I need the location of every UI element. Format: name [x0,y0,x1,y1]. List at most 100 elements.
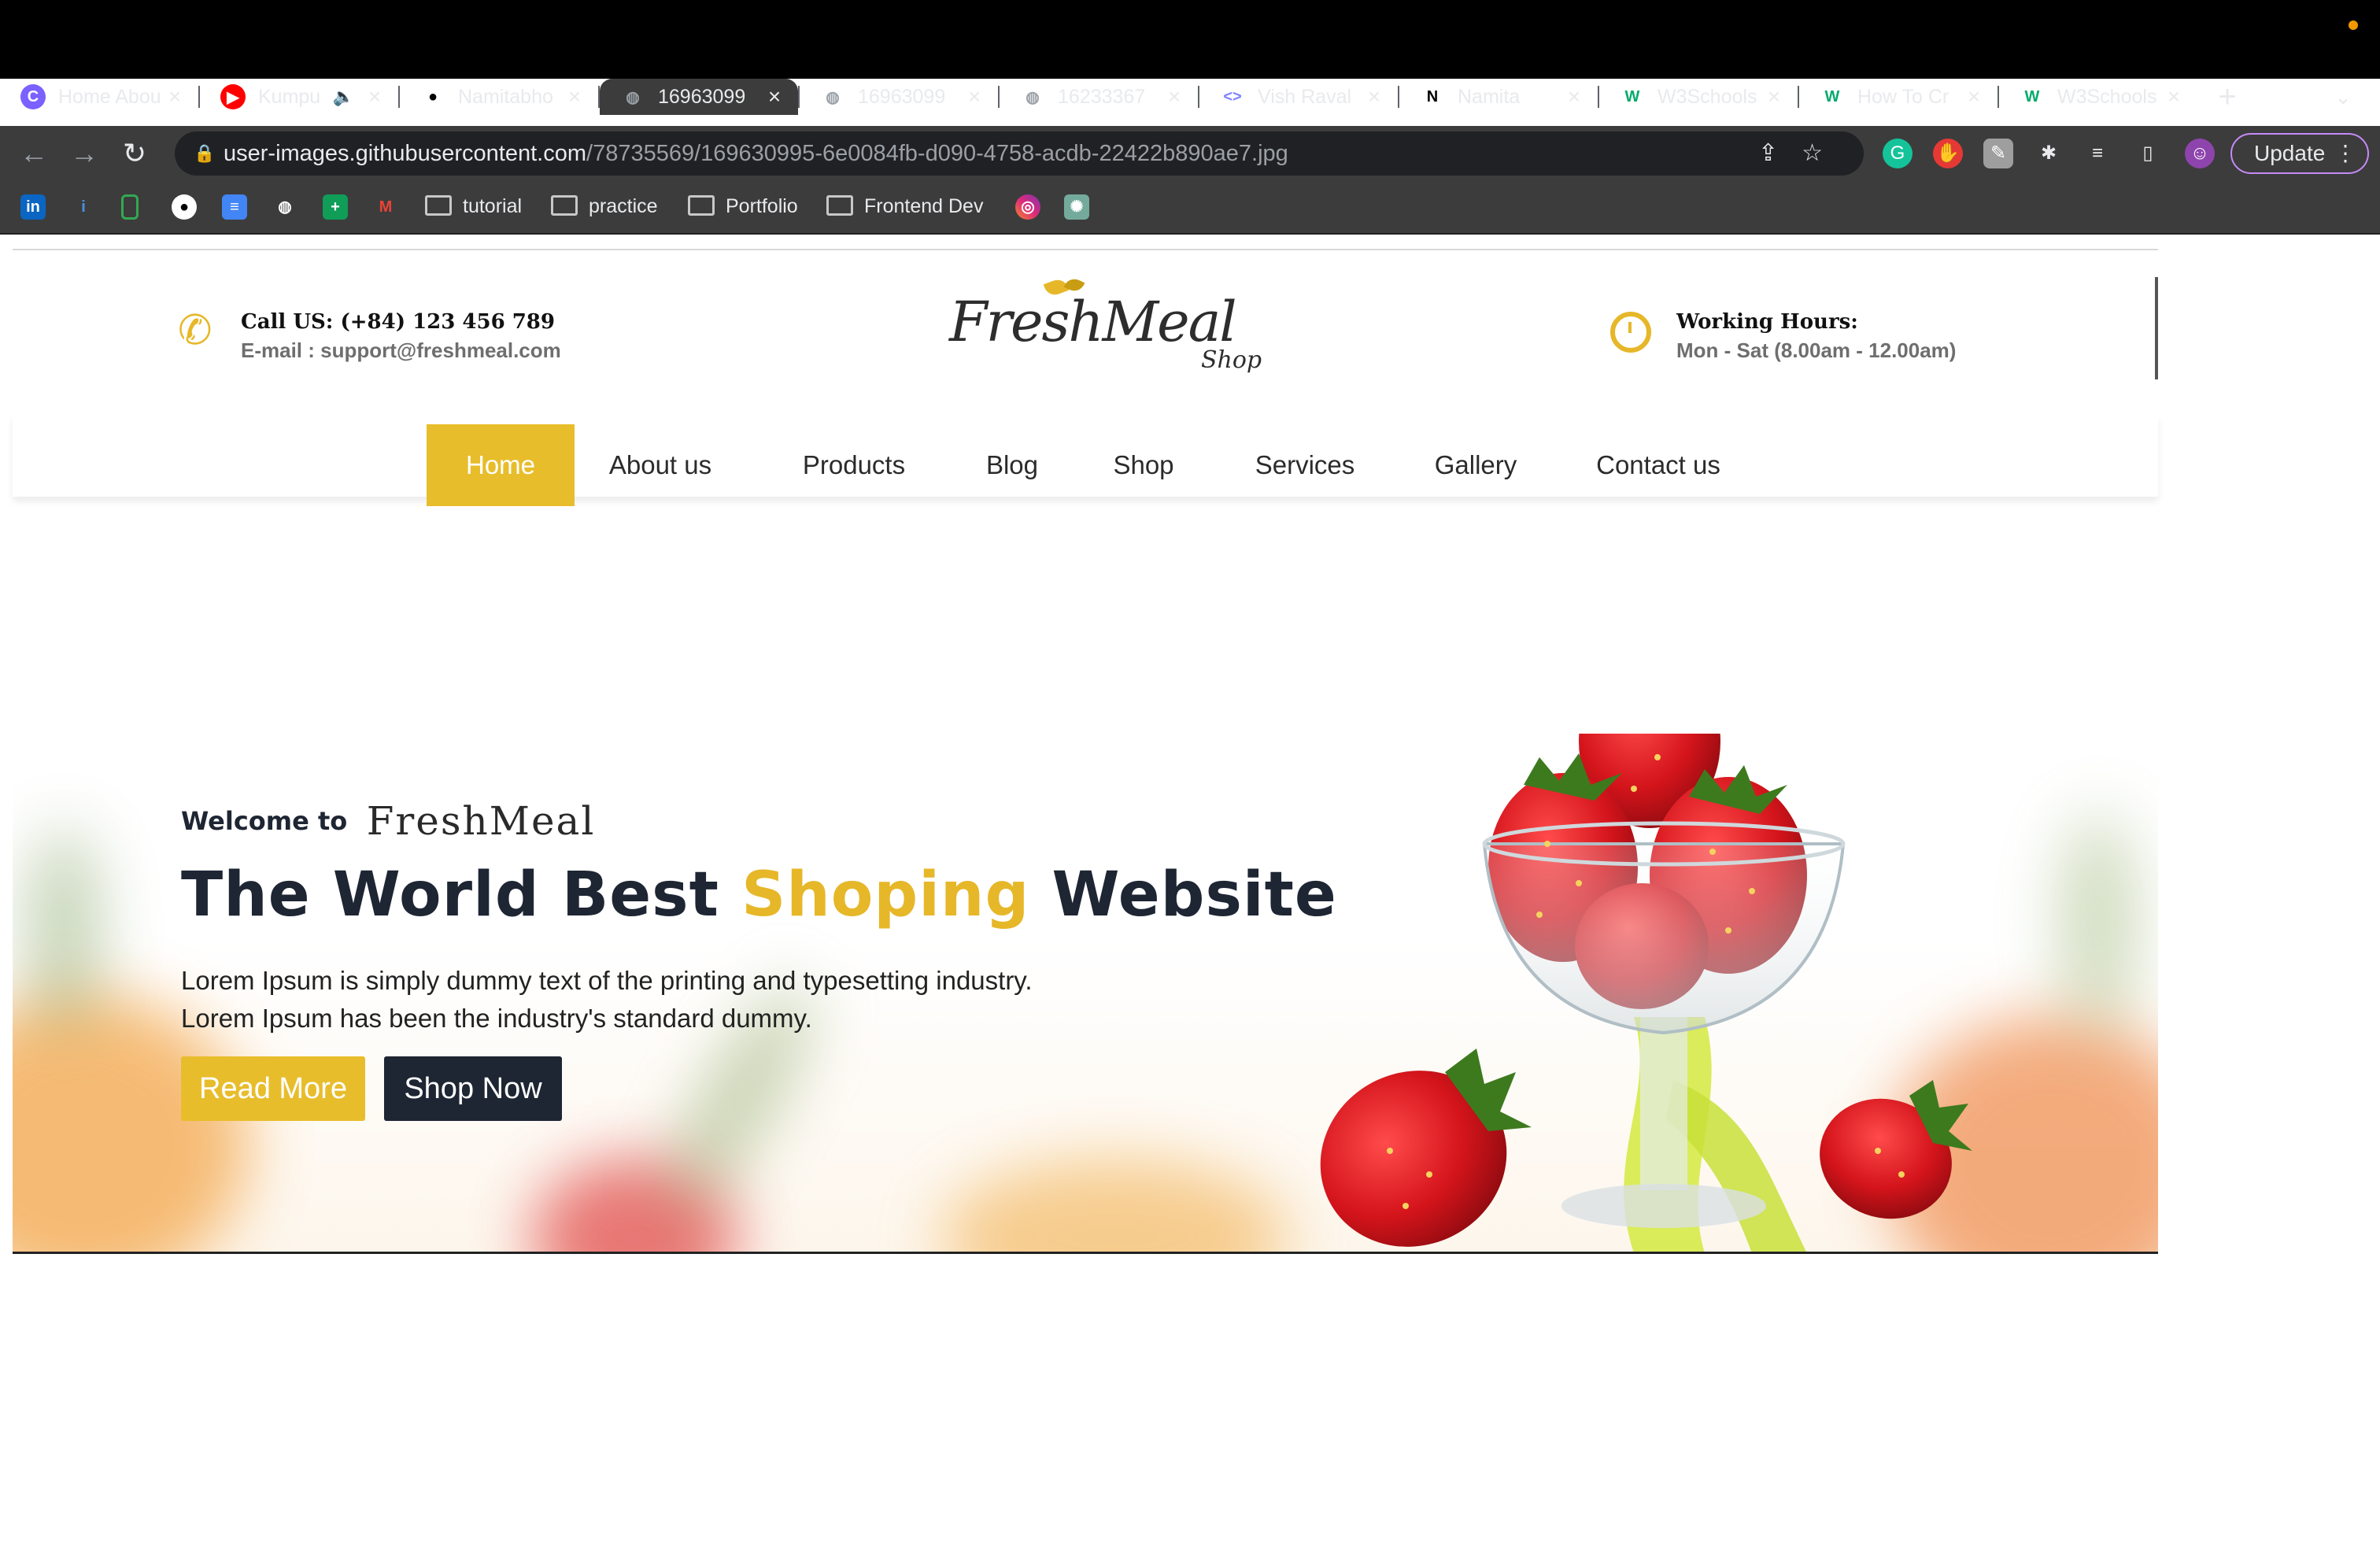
bookmark-folder-practice[interactable]: practice [551,190,658,222]
browser-tab[interactable]: W How To Cr × [1799,79,1998,115]
browser-tab[interactable]: N Namita × [1399,79,1598,115]
tab-title: 16963099 [658,85,746,108]
phone-icon [121,194,139,220]
close-icon[interactable]: × [963,84,985,109]
linkedin-bookmark[interactable]: in [20,190,46,222]
chatgpt-icon: ✺ [1064,194,1089,220]
menu-item-shop[interactable]: Shop [1102,424,1185,506]
info-icon: i [81,198,86,216]
share-icon[interactable]: ⇪ [1758,140,1802,166]
close-icon[interactable]: × [1963,84,1985,109]
browser-tab[interactable]: ◍ 16963099 × [600,79,798,115]
address-bar[interactable]: 🔒 user-images.githubusercontent.com/7873… [175,131,1864,176]
info-bookmark[interactable]: i [71,190,96,222]
hero-headline: The World Best Shoping Website [181,860,1337,930]
back-arrow-icon[interactable]: ← [14,134,54,173]
new-tab-plus-icon[interactable]: + [2204,80,2251,115]
bookmark-star-icon[interactable]: ☆ [1802,140,1846,166]
close-icon[interactable]: × [1163,84,1185,109]
chatgpt-bookmark[interactable]: ✺ [1064,190,1089,222]
close-icon[interactable]: × [164,84,186,109]
sheets-bookmark[interactable]: + [323,190,348,222]
docs-icon: ≡ [222,194,247,220]
web-page: ✆ Call US: (+84) 123 456 789 E-mail : su… [13,246,2158,1254]
menu-item-home[interactable]: Home [427,424,575,506]
github-bookmark[interactable]: ● [172,190,197,222]
menu-item-about-us[interactable]: About us [601,424,719,506]
strawberry-bowl-image [1320,734,1972,1252]
close-icon[interactable]: × [364,84,386,109]
tab-search-chevron-icon[interactable]: ⌄ [2334,79,2352,115]
browser-tab[interactable]: <> Vish Raval × [1199,79,1398,115]
docs-bookmark[interactable]: ≡ [222,190,247,222]
hero-description: Lorem Ipsum is simply dummy text of the … [181,966,1033,1033]
menu-item-gallery[interactable]: Gallery [1415,424,1536,506]
phone-icon: ✆ [178,308,213,353]
globe-icon: ◍ [278,198,292,216]
bookmark-folder-portfolio[interactable]: Portfolio [688,190,798,222]
read-more-button[interactable]: Read More [181,1056,365,1121]
browser-toolbar: ← → ↻ 🔒 user-images.githubusercontent.co… [0,126,2380,181]
url-path: /78735569/169630995-6e0084fb-d090-4758-a… [586,141,1288,166]
close-icon[interactable]: × [2163,84,2185,109]
browser-tab[interactable]: C Home Abou × [0,79,198,115]
browser-tab[interactable]: ◍ 16233367 × [1000,79,1198,115]
globe-bookmark[interactable]: ◍ [272,190,298,222]
tab-title: Namita [1458,85,1521,108]
blurred-leaf [28,828,99,1033]
pen-extension-icon[interactable]: ✎ [1983,139,2013,168]
reload-icon[interactable]: ↻ [115,134,154,173]
phone-bookmark[interactable] [121,190,139,222]
scrollbar[interactable] [2155,277,2158,379]
globe-icon: ◍ [626,88,640,106]
close-icon[interactable]: × [1563,84,1585,109]
gmail-bookmark[interactable]: M [373,190,398,222]
bookmark-folder-frontend-dev[interactable]: Frontend Dev [826,190,983,222]
close-icon[interactable]: × [1763,84,1785,109]
browser-tab[interactable]: ▶ Kumpu 🔈 × [200,79,398,115]
globe-icon: ◍ [826,88,840,106]
menu-item-services[interactable]: Services [1242,424,1368,506]
tab-title: W3Schools [1658,85,1757,108]
profile-avatar[interactable]: ☺ [2185,139,2215,168]
email-text[interactable]: E-mail : support@freshmeal.com [241,338,561,363]
update-button[interactable]: Update ⋮ [2230,133,2369,174]
folder-icon [688,195,715,216]
close-icon[interactable]: × [763,84,785,109]
lock-icon: 🔒 [194,143,216,163]
close-icon[interactable]: × [1363,84,1385,109]
recording-dot-icon [2349,20,2358,30]
sheets-icon: + [323,194,348,220]
logo-text: FreshMeal [949,290,1237,354]
code-icon: <> [1223,87,1242,105]
side-panel-icon[interactable]: ▯ [2133,139,2163,168]
welcome-text: Welcome to [181,806,348,836]
close-icon[interactable]: × [564,84,586,109]
forward-arrow-icon[interactable]: → [65,134,104,173]
clock-icon [1610,312,1651,353]
tab-title: How To Cr [1857,85,1949,108]
browser-tab[interactable]: W W3Schools × [1599,79,1798,115]
menu-item-products[interactable]: Products [787,424,921,506]
menu-item-blog[interactable]: Blog [974,424,1050,506]
speaker-icon[interactable]: 🔈 [333,87,354,107]
logo-subtext: Shop [1201,346,1262,374]
call-us-text: Call US: (+84) 123 456 789 [241,310,555,334]
grammarly-extension-icon[interactable]: G [1883,139,1913,168]
bookmarks-bar: in i ● ≡ ◍ + M tutorial practice Portfol… [0,181,2380,235]
adblock-extension-icon[interactable]: ✋ [1933,139,1963,168]
tab-title: W3Schools [2057,85,2157,108]
site-logo[interactable]: FreshMeal Shop [949,276,1280,379]
linkedin-icon: in [20,194,46,220]
bookmark-folder-tutorial[interactable]: tutorial [425,190,522,222]
browser-tab[interactable]: ● Namitabho × [400,79,598,115]
menu-item-contact-us[interactable]: Contact us [1580,424,1736,506]
tab-strip: C Home Abou × ▶ Kumpu 🔈 × ● Namitabho × ◍ 16963099 ×… [0,79,2380,115]
browser-tab[interactable]: ◍ 16963099 × [800,79,998,115]
reading-list-icon[interactable]: ≡ [2082,139,2112,168]
browser-tab[interactable]: W W3Schools × [1999,79,2197,115]
w3schools-icon: W [2024,87,2040,105]
shop-now-button[interactable]: Shop Now [384,1056,562,1121]
instagram-bookmark[interactable]: ◎ [1015,190,1040,222]
extensions-puzzle-icon[interactable]: ✱ [2034,139,2064,168]
